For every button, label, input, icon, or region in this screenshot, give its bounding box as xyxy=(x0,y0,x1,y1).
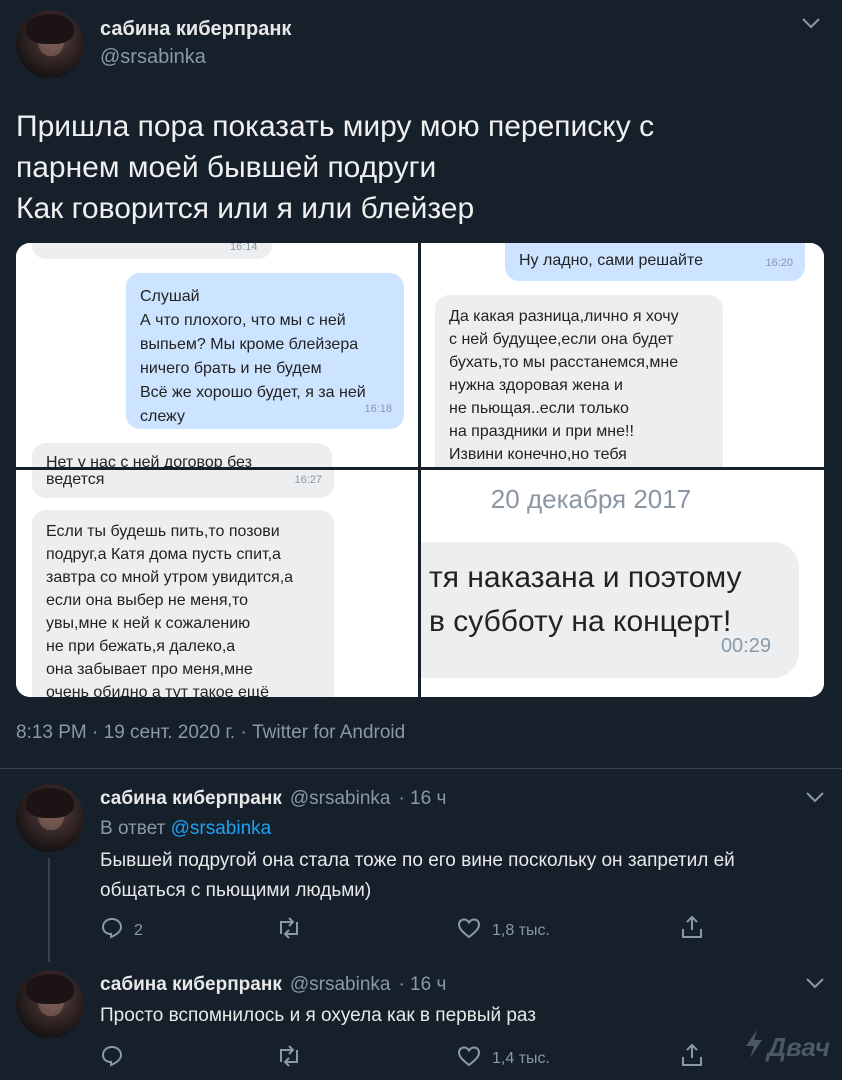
message-line: Да какая разница,лично я хочу xyxy=(449,308,679,325)
message-line: Ну ладно, сами решайте xyxy=(519,252,703,269)
grid-divider xyxy=(16,467,824,470)
reply-button[interactable]: 2 xyxy=(100,916,143,945)
reply-to-handle[interactable]: @srsabinka xyxy=(171,818,272,839)
chat-date: 20 декабря 2017 xyxy=(490,484,692,514)
tweet-text-line: парнем моей бывшей подруги xyxy=(16,151,437,184)
screenshot-top-right[interactable]: Ну ладно, сами решайте 16:20 Да какая ра… xyxy=(421,243,824,467)
message-line: слежу xyxy=(140,408,185,425)
thread-line xyxy=(48,858,50,962)
reply-text-line: Бывшей подругой она стала тоже по его ви… xyxy=(100,850,735,871)
chat-bubble: Да какая разница,лично я хочу с ней буду… xyxy=(435,295,723,467)
message-line: нужна здоровая жена и xyxy=(449,377,623,394)
message-time: 00:29 xyxy=(720,635,771,657)
tweet-age[interactable]: · 16 ч xyxy=(398,974,446,996)
reply-icon xyxy=(100,1044,124,1073)
reply-button[interactable] xyxy=(100,1044,134,1073)
reply-count: 2 xyxy=(134,921,143,939)
chat-bubble: ведется 16:27 xyxy=(32,470,334,498)
message-line: если она выбер не меня,то xyxy=(46,592,248,609)
like-count: 1,4 тыс. xyxy=(492,1049,550,1067)
message-line: на праздники и при мне!! xyxy=(449,423,634,440)
share-button[interactable] xyxy=(680,1042,704,1073)
message-time: 16:27 xyxy=(294,474,322,486)
reply-to-label: В ответ xyxy=(100,818,166,839)
message-line: завтра со мной утром увидится,а xyxy=(46,569,294,586)
media-grid[interactable]: 16:14 Слушай А что плохого, что мы с ней… xyxy=(16,243,824,697)
watermark-text: Двач xyxy=(767,1032,830,1062)
chat-bubble: Нет у нас с ней договор без xyxy=(32,443,332,467)
chat-bubble-outgoing: Ну ладно, сами решайте 16:20 xyxy=(505,243,805,281)
like-icon xyxy=(456,1044,482,1073)
screenshot-top-left[interactable]: 16:14 Слушай А что плохого, что мы с ней… xyxy=(16,243,418,467)
message-line: с ней будущее,если она будет xyxy=(449,331,674,348)
like-button[interactable]: 1,8 тыс. xyxy=(456,916,550,945)
share-icon xyxy=(680,914,704,945)
avatar[interactable] xyxy=(16,970,84,1038)
avatar[interactable] xyxy=(16,784,84,852)
message-line: подруг,а Катя дома пусть спит,а xyxy=(46,546,281,563)
grid-divider xyxy=(418,243,421,697)
retweet-icon xyxy=(276,916,302,945)
reply-to: В ответ @srsabinka xyxy=(100,818,271,840)
reply-text: Бывшей подругой она стала тоже по его ви… xyxy=(100,846,820,906)
message-line: тя наказана и поэтому xyxy=(429,561,742,594)
retweet-icon xyxy=(276,1044,302,1073)
reply-header: сабина киберпранк @srsabinka · 16 ч xyxy=(100,974,446,996)
avatar[interactable] xyxy=(16,10,84,78)
message-line: не при бежать,я далеко,а xyxy=(46,638,236,655)
reply-header: сабина киберпранк @srsabinka · 16 ч xyxy=(100,788,446,810)
chevron-down-icon[interactable] xyxy=(800,14,822,37)
screenshot-bottom-left[interactable]: ведется 16:27 Если ты будешь пить,то поз… xyxy=(16,470,418,697)
retweet-button[interactable] xyxy=(276,916,312,945)
reply-text-line: Просто вспомнилось и я охуела как в перв… xyxy=(100,1005,536,1026)
like-icon xyxy=(456,916,482,945)
tweet-meta[interactable]: 8:13 PM · 19 сент. 2020 г. · Twitter for… xyxy=(16,722,405,744)
message-line: ничего брать и не будем xyxy=(140,360,322,377)
message-line: Извини конечно,но тебя xyxy=(449,446,627,463)
screenshot-bottom-right[interactable]: 20 декабря 2017 тя наказана и поэтому в … xyxy=(421,470,824,697)
author-handle[interactable]: @srsabinka xyxy=(100,46,206,69)
message-line: Если ты будешь пить,то позови xyxy=(46,523,280,540)
author-handle[interactable]: @srsabinka xyxy=(290,788,391,810)
share-icon xyxy=(680,1042,704,1073)
divider xyxy=(0,768,842,769)
message-line: увы,мне к ней к сожалению xyxy=(46,615,251,632)
chat-bubble: тя наказана и поэтому в субботу на конце… xyxy=(421,542,799,678)
chevron-down-icon[interactable] xyxy=(804,974,826,997)
watermark: Двач xyxy=(743,1029,830,1066)
message-line: выпьем? Мы кроме блейзера xyxy=(140,336,359,353)
message-time: 16:18 xyxy=(364,403,392,415)
tweet-text: Пришла пора показать миру мою переписку … xyxy=(16,106,826,229)
chat-bubble: Если ты будешь пить,то позови подруг,а К… xyxy=(32,510,334,697)
chevron-down-icon[interactable] xyxy=(804,788,826,811)
reply-icon xyxy=(100,916,124,945)
retweet-button[interactable] xyxy=(276,1044,312,1073)
reply-text: Просто вспомнилось и я охуела как в перв… xyxy=(100,1001,820,1031)
message-line: бухать,то мы расстанемся,мне xyxy=(449,354,679,371)
message-time: 16:20 xyxy=(765,257,793,269)
tweet-age[interactable]: · 16 ч xyxy=(398,788,446,810)
author-handle[interactable]: @srsabinka xyxy=(290,974,391,996)
share-button[interactable] xyxy=(680,914,704,945)
message-line: Всё же хорошо будет, я за ней xyxy=(140,384,366,401)
message-line: ведется xyxy=(46,471,105,488)
chat-bubble-outgoing: Слушай А что плохого, что мы с ней выпье… xyxy=(126,273,404,429)
message-line: Нет у нас с ней договор без xyxy=(46,454,252,467)
message-line: очень обидно а тут такое ещё xyxy=(46,684,269,697)
author-name[interactable]: сабина киберпранк xyxy=(100,788,282,810)
message-line: она забывает про меня,мне xyxy=(46,661,253,678)
message-line: Слушай xyxy=(140,288,200,305)
message-line: не пьющая..если только xyxy=(449,400,629,417)
author-name[interactable]: сабина киберпранк xyxy=(100,974,282,996)
reply-text-line: общаться с пьющими людьми) xyxy=(100,880,372,901)
tweet-text-line: Как говорится или я или блейзер xyxy=(16,192,475,225)
message-time: 16:14 xyxy=(230,243,258,253)
bolt-icon xyxy=(743,1029,765,1066)
message-line: А что плохого, что мы с ней xyxy=(140,312,346,329)
author-name[interactable]: сабина киберпранк xyxy=(100,18,291,41)
like-button[interactable]: 1,4 тыс. xyxy=(456,1044,550,1073)
tweet-text-line: Пришла пора показать миру мою переписку … xyxy=(16,110,655,143)
like-count: 1,8 тыс. xyxy=(492,921,550,939)
